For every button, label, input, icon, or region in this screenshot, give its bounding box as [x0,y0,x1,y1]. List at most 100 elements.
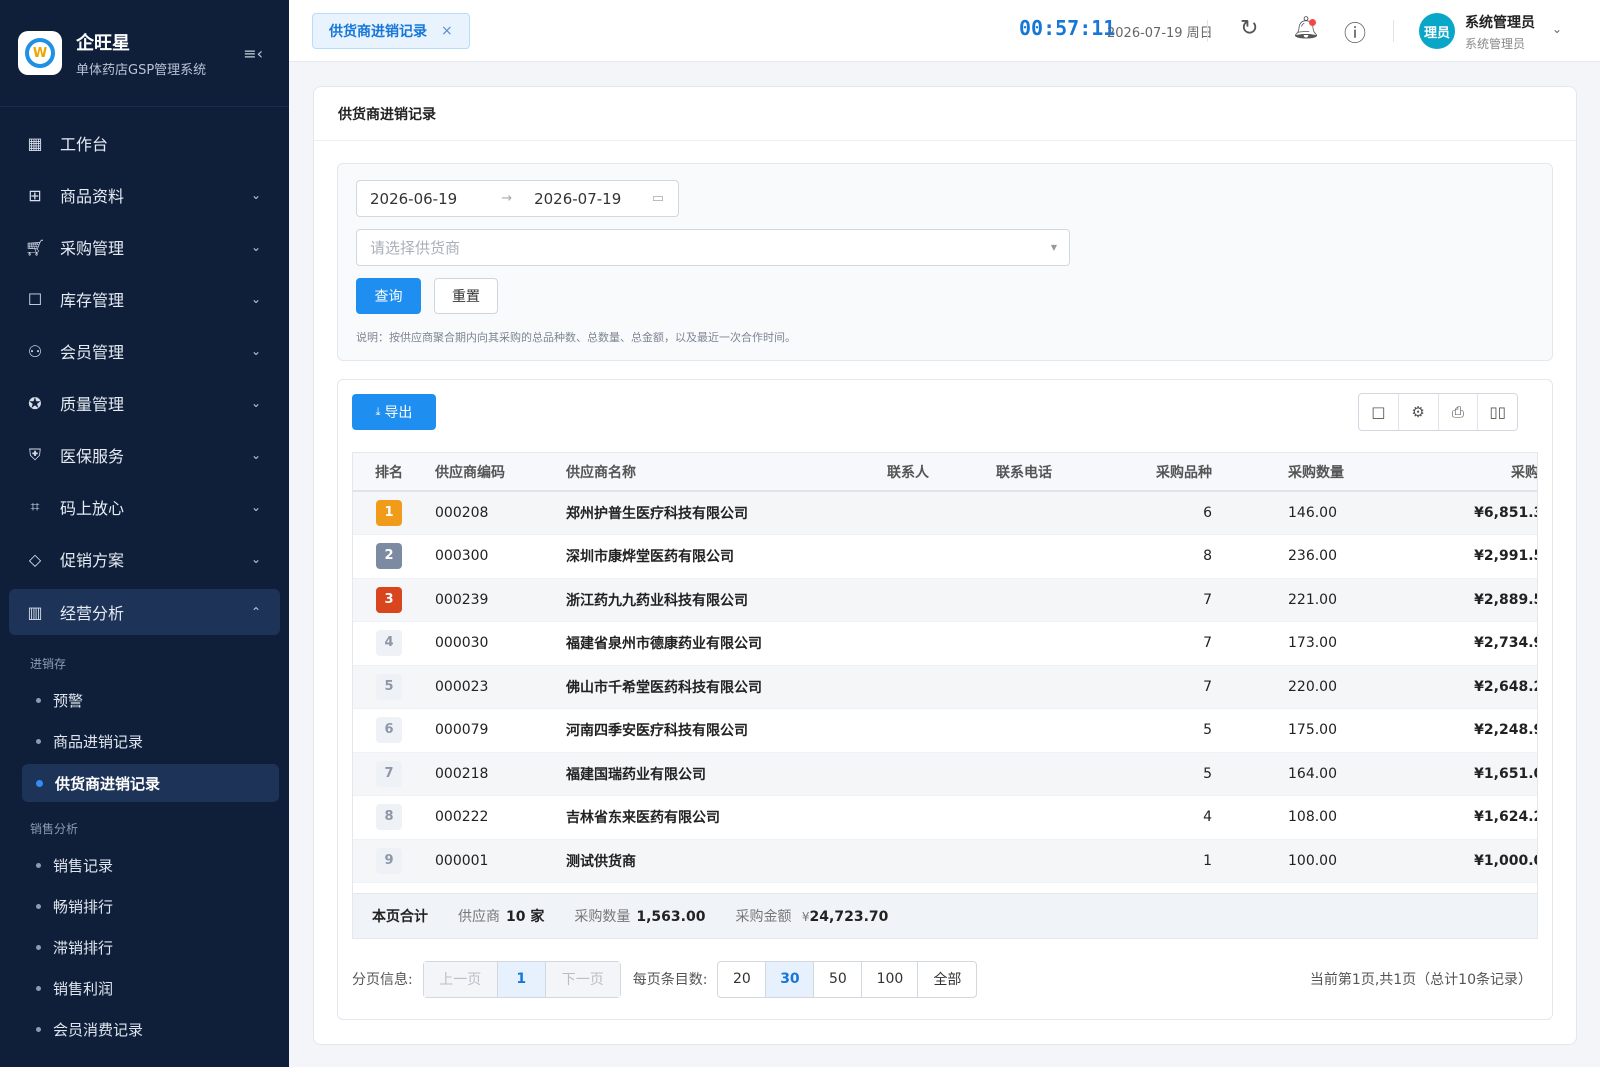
table-row[interactable]: 8 000222吉林省东来医药有限公司 4108.00¥1,624.24 [353,795,1537,840]
table-row[interactable]: 2 000300深圳市康烨堂医药有限公司 8236.00¥2,991.50 [353,534,1537,579]
cell-qty: 175.00 [1250,708,1378,753]
sidebar-item-qr[interactable]: ⌗ 码上放心 ⌄ [0,481,289,533]
fullscreen-icon[interactable]: □ [1359,394,1399,430]
table-row[interactable]: 6 000079河南四季安医疗科技有限公司 5175.00¥2,248.96 [353,708,1537,753]
sidebar-subitem-slow-sellers[interactable]: 滞销排行 [0,927,289,968]
avatar[interactable]: 理员 [1419,13,1455,49]
bell-icon[interactable]: 🔔︎ [1292,16,1320,41]
cell-qty: 100.00 [1250,839,1378,883]
col-kinds[interactable]: 采购品种 [1127,453,1250,492]
rank-badge: 1 [376,500,402,526]
supplier-select[interactable]: 请选择供货商 ▼ [356,229,1070,266]
col-name[interactable]: 供应商名称 [556,453,877,492]
help-icon[interactable]: ⓘ [1344,16,1366,48]
col-rank[interactable]: 排名 [353,453,425,492]
sidebar-subitem-sales-profit[interactable]: 销售利润 [0,968,289,1009]
rank-badge: 4 [376,630,402,657]
page-size-option[interactable]: 全部 [918,962,976,997]
next-page-button[interactable]: 下一页 [545,961,620,997]
sidebar-item-insurance[interactable]: ⛨ 医保服务 ⌄ [0,429,289,481]
tab-supplier-records[interactable]: 供货商进销记录 × [312,13,470,49]
summary-label: 本页合计 [372,909,428,925]
sidebar-item-products[interactable]: ⊞ 商品资料 ⌄ [0,169,289,221]
collapse-sidebar-icon[interactable]: ≡‹ [243,44,263,63]
brand-subtitle: 单体药店GSP管理系统 [76,62,207,78]
page-size-option[interactable]: 20 [718,961,767,997]
col-qty[interactable]: 采购数量 [1250,453,1378,492]
table-row[interactable]: 3 000239浙江药九九药业科技有限公司 7221.00¥2,889.56 [353,578,1537,622]
table-row[interactable]: 7 000218福建国瑞药业有限公司 5164.00¥1,651.07 [353,752,1537,796]
page-size-option[interactable]: 100 [862,961,919,997]
pagination: 分页信息: 上一页 1 下一页 每页条目数: 20 30 50 100 全部 当前第1页… [352,960,1538,998]
prev-page-button[interactable]: 上一页 [423,961,498,997]
gear-icon[interactable]: ⚙ [1399,394,1439,430]
sidebar-item-promotion[interactable]: ◇ 促销方案 ⌄ [0,533,289,585]
page-title: 供货商进销记录 [314,87,1576,141]
cell-qty: 108.00 [1250,795,1378,840]
shield-icon: ⛨ [28,445,41,464]
sidebar-item-members[interactable]: ⚇ 会员管理 ⌄ [0,325,289,377]
print-icon[interactable]: ⎙ [1439,394,1479,430]
sidebar-subitem-warning[interactable]: 预警 [0,680,289,721]
summary-supplier-count: 10 家 [506,909,545,925]
chevron-down-icon: ⌄ [250,344,261,358]
sidebar-item-purchase[interactable]: 🛒︎ 采购管理 ⌄ [0,221,289,273]
reset-button[interactable]: 重置 [434,278,498,314]
page-number-button[interactable]: 1 [497,961,546,997]
sidebar-subitem-supplier-records[interactable]: 供货商进销记录 [22,764,279,802]
start-date[interactable]: 2026-06-19 [370,190,457,208]
col-contact[interactable]: 联系人 [877,453,986,492]
top-header: 供货商进销记录 × 00:57:11 2026-07-19 周日 ↻ 🔔︎ ⓘ … [289,0,1600,62]
cart-icon: 🛒︎ [24,237,46,257]
cell-code: 000023 [425,665,556,709]
cell-kinds: 1 [1127,839,1250,883]
sidebar-subitem-best-sellers[interactable]: 畅销排行 [0,886,289,927]
rank-badge: 5 [376,673,402,700]
cell-code: 000030 [425,621,556,666]
table-row[interactable]: 9 000001测试供货商 1100.00¥1,000.00 [353,839,1537,883]
cell-name: 福建国瑞药业有限公司 [556,752,877,796]
clock: 00:57:11 [1019,16,1116,40]
brand: W 企旺星 单体药店GSP管理系统 ≡‹ [0,0,289,107]
col-amount[interactable]: 采购金 [1378,453,1537,492]
cell-contact [877,665,986,709]
sidebar-subitem-product-records[interactable]: 商品进销记录 [0,721,289,762]
table-row[interactable]: 1 000208郑州护普生医疗科技有限公司 6146.00¥6,851.30 [353,491,1537,535]
sidebar-item-analysis[interactable]: ▥ 经营分析 ⌃ [9,589,280,635]
end-date[interactable]: 2026-07-19 [534,190,621,208]
table-row[interactable]: 4 000030福建省泉州市德康药业有限公司 7173.00¥2,734.99 [353,621,1537,666]
cell-name: 郑州护普生医疗科技有限公司 [556,491,877,535]
cell-phone [986,795,1127,840]
page-size-option[interactable]: 50 [814,961,863,997]
cell-kinds: 5 [1127,708,1250,753]
page-size-option[interactable]: 30 [766,961,815,997]
sidebar-item-quality[interactable]: ✪ 质量管理 ⌄ [0,377,289,429]
close-tab-icon[interactable]: × [441,23,453,39]
sidebar-item-inventory[interactable]: ☐ 库存管理 ⌄ [0,273,289,325]
cell-phone [986,578,1127,622]
columns-icon[interactable]: ▯▯ [1478,394,1517,430]
cell-amount: ¥1,651.07 [1378,752,1537,796]
sidebar-item-dashboard[interactable]: ▦ 工作台 [0,117,289,169]
user-name[interactable]: 系统管理员 [1465,12,1535,32]
date-range-picker[interactable]: 2026-06-19 → 2026-07-19 ▭ [356,180,679,217]
chevron-down-icon: ⌄ [250,396,261,410]
col-phone[interactable]: 联系电话 [986,453,1127,492]
query-button[interactable]: 查询 [356,278,421,314]
filter-panel: 2026-06-19 → 2026-07-19 ▭ 请选择供货商 ▼ 查询 重置… [337,163,1553,361]
sidebar-subitem-sales-records[interactable]: 销售记录 [0,845,289,886]
cell-qty: 220.00 [1250,665,1378,709]
main-card: 供货商进销记录 2026-06-19 → 2026-07-19 ▭ 请选择供货商… [313,86,1577,1045]
sidebar-subitem-member-spending[interactable]: 会员消费记录 [0,1009,289,1050]
cell-kinds: 7 [1127,621,1250,666]
export-button[interactable]: ⤓ 导出 [352,394,436,430]
col-code[interactable]: 供应商编码 [425,453,556,492]
notification-dot [1309,19,1316,26]
cell-phone [986,708,1127,753]
cell-code: 000079 [425,708,556,753]
cell-name: 测试供货商 [556,839,877,883]
table-row[interactable]: 5 000023佛山市千希堂医药科技有限公司 7220.00¥2,648.28 [353,665,1537,709]
refresh-icon[interactable]: ↻ [1240,16,1258,41]
cell-code: 000222 [425,795,556,840]
chevron-down-icon[interactable]: ⌄ [1552,22,1562,36]
